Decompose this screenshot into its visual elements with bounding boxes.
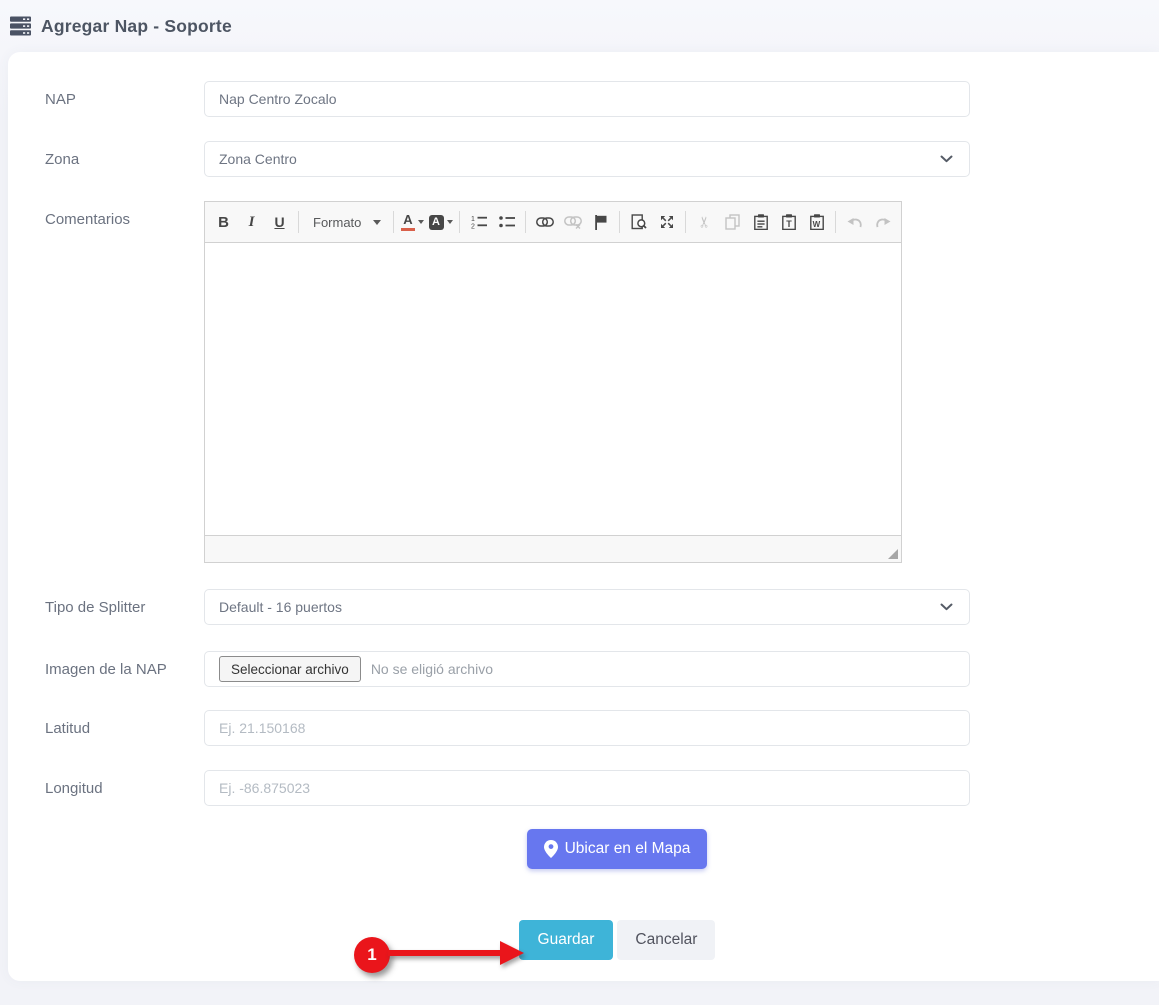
annotation-arrow-icon [386, 938, 526, 968]
paste-button[interactable] [747, 209, 774, 236]
editor-toolbar: B I U Formato A [205, 202, 901, 243]
cut-icon: ✂ [695, 216, 713, 229]
imagen-row: Imagen de la NAP Seleccionar archivo No … [45, 651, 1159, 687]
paste-word-icon: W [810, 214, 824, 230]
preview-icon [631, 214, 647, 230]
bold-icon: B [218, 214, 229, 231]
bold-button[interactable]: B [210, 209, 237, 236]
cut-button: ✂ [691, 209, 718, 236]
link-button[interactable] [531, 209, 558, 236]
undo-icon [847, 216, 863, 228]
unlink-icon [564, 216, 582, 229]
resize-handle-icon[interactable] [888, 549, 898, 559]
redo-icon [875, 216, 891, 228]
page-header: Agregar Nap - Soporte [0, 0, 1159, 52]
underline-icon: U [274, 214, 284, 230]
nap-input[interactable] [204, 81, 970, 117]
zona-label: Zona [45, 151, 204, 168]
form-card: NAP Zona Zona Centro Comentarios [8, 52, 1159, 981]
preview-button[interactable] [625, 209, 652, 236]
link-icon [536, 217, 554, 227]
underline-button[interactable]: U [266, 209, 293, 236]
toolbar-separator [459, 211, 460, 233]
text-color-button[interactable]: A [399, 209, 426, 236]
anchor-button[interactable] [587, 209, 614, 236]
bulleted-list-button[interactable] [493, 209, 520, 236]
format-combo-label: Formato [313, 215, 361, 230]
toolbar-separator [298, 211, 299, 233]
svg-text:2: 2 [471, 224, 475, 230]
imagen-label: Imagen de la NAP [45, 661, 204, 678]
copy-button [719, 209, 746, 236]
comentarios-label: Comentarios [45, 201, 204, 228]
numbered-list-button[interactable]: 1 2 [465, 209, 492, 236]
unlink-button [559, 209, 586, 236]
background-color-button[interactable]: A [427, 209, 454, 236]
maximize-icon [659, 214, 675, 230]
ubicar-mapa-label: Ubicar en el Mapa [565, 840, 691, 858]
page: Agregar Nap - Soporte NAP Zona Zona Cent… [0, 0, 1159, 1005]
splitter-row: Tipo de Splitter Default - 16 puertos [45, 589, 1159, 625]
numbered-list-icon: 1 2 [471, 215, 487, 229]
anchor-flag-icon [594, 215, 608, 230]
annotation-step-badge: 1 [354, 937, 390, 973]
redo-button [869, 209, 896, 236]
background-color-icon: A [429, 215, 444, 230]
longitud-row: Longitud [45, 770, 1159, 806]
copy-icon [725, 214, 740, 230]
chevron-down-icon [940, 603, 953, 611]
splitter-label: Tipo de Splitter [45, 599, 204, 616]
italic-button[interactable]: I [238, 209, 265, 236]
caret-down-icon [418, 220, 424, 224]
map-button-row: Ubicar en el Mapa [60, 829, 1159, 869]
svg-text:T: T [786, 219, 792, 229]
editor-content[interactable] [205, 243, 901, 535]
ubicar-mapa-button[interactable]: Ubicar en el Mapa [527, 829, 708, 869]
paste-from-word-button[interactable]: W [803, 209, 830, 236]
comentarios-editor: B I U Formato A [204, 201, 902, 563]
undo-button [841, 209, 868, 236]
italic-icon: I [249, 214, 255, 231]
splitter-select-value: Default - 16 puertos [219, 599, 342, 615]
longitud-input[interactable] [204, 770, 970, 806]
paste-plain-text-button[interactable]: T [775, 209, 802, 236]
splitter-select[interactable]: Default - 16 puertos [204, 589, 970, 625]
comentarios-row: Comentarios B I U Formato A [45, 201, 1159, 563]
latitud-label: Latitud [45, 720, 204, 737]
toolbar-separator [835, 211, 836, 233]
toolbar-separator [619, 211, 620, 233]
actions-row: Guardar Cancelar [60, 920, 1159, 960]
svg-text:1: 1 [471, 216, 475, 223]
caret-down-icon [447, 220, 453, 224]
svg-text:W: W [812, 220, 820, 229]
server-icon [10, 16, 32, 36]
zona-row: Zona Zona Centro [45, 141, 1159, 177]
toolbar-separator [525, 211, 526, 233]
format-combo[interactable]: Formato [304, 209, 388, 236]
map-marker-icon [544, 840, 558, 858]
chevron-down-icon [940, 155, 953, 163]
cancelar-button[interactable]: Cancelar [617, 920, 715, 960]
page-title: Agregar Nap - Soporte [41, 16, 232, 37]
nap-row: NAP [45, 81, 1159, 117]
file-select-button[interactable]: Seleccionar archivo [219, 656, 361, 682]
text-color-icon: A [401, 213, 414, 230]
nap-label: NAP [45, 91, 204, 108]
zona-select[interactable]: Zona Centro [204, 141, 970, 177]
imagen-file-input[interactable]: Seleccionar archivo No se eligió archivo [204, 651, 970, 687]
latitud-row: Latitud [45, 710, 1159, 746]
paste-icon [754, 214, 768, 230]
toolbar-separator [393, 211, 394, 233]
longitud-label: Longitud [45, 780, 204, 797]
bulleted-list-icon [499, 215, 515, 229]
editor-status-bar [205, 535, 901, 562]
paste-text-icon: T [782, 214, 796, 230]
latitud-input[interactable] [204, 710, 970, 746]
maximize-button[interactable] [653, 209, 680, 236]
toolbar-separator [685, 211, 686, 233]
guardar-button[interactable]: Guardar [519, 920, 614, 960]
caret-down-icon [373, 220, 381, 225]
file-status-text: No se eligió archivo [371, 661, 493, 677]
zona-select-value: Zona Centro [219, 151, 297, 167]
